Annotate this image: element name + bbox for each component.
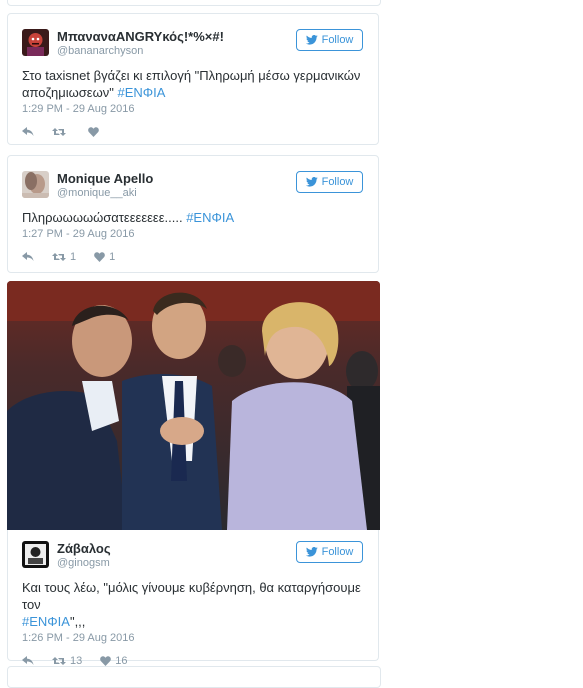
follow-button[interactable]: Follow	[296, 171, 363, 193]
tweet-author-handle[interactable]: @bananarchyson	[57, 45, 143, 57]
tweet-text: Πληρωωωωώσατεεεεεεε..... #ΕΝΦΙΑ	[22, 210, 235, 225]
reply-button[interactable]	[22, 127, 34, 137]
like-button[interactable]	[88, 127, 103, 137]
hashtag-link[interactable]: #ΕΝΦΙΑ	[186, 210, 234, 225]
twitter-bird-icon	[305, 177, 318, 187]
tweet-text: Στο taxisnet βγάζει κι επιλογή "Πληρωμή …	[22, 68, 361, 100]
follow-button-label: Follow	[321, 176, 354, 188]
heart-icon	[94, 252, 105, 262]
retweet-icon	[52, 253, 66, 261]
retweet-button[interactable]	[52, 127, 70, 137]
twitter-bird-icon	[305, 35, 318, 45]
portrait-avatar-icon[interactable]	[22, 171, 49, 198]
reply-button[interactable]	[22, 656, 34, 666]
tweet-text: Και τους λέω, "μόλις γίνουμε κυβέρνηση, …	[22, 580, 361, 629]
tweet-timestamp[interactable]: 1:27 PM - 29 Aug 2016	[22, 228, 363, 240]
tweet-author-handle[interactable]: @monique__aki	[57, 187, 137, 199]
heart-icon	[100, 656, 112, 666]
angry-avatar-icon[interactable]	[22, 29, 49, 56]
previous-tweet-card	[7, 0, 381, 6]
hashtag-link[interactable]: #ΕΝΦΙΑ	[22, 614, 70, 629]
tweet-timestamp[interactable]: 1:29 PM - 29 Aug 2016	[22, 103, 363, 115]
tweet-author-handle[interactable]: @ginogsm	[57, 557, 110, 569]
twitter-bird-icon	[305, 547, 318, 557]
tweet-card: Ζάβαλος @ginogsm Follow Και τους λέω, "μ…	[7, 530, 379, 667]
tweet-photo[interactable]	[7, 281, 380, 530]
retweet-icon	[52, 657, 66, 665]
retweet-count: 1	[70, 251, 77, 263]
comic-avatar-icon[interactable]	[22, 541, 49, 568]
retweet-icon	[52, 128, 66, 136]
tweet-timestamp[interactable]: 1:26 PM - 29 Aug 2016	[22, 632, 363, 644]
follow-button-label: Follow	[321, 546, 354, 558]
like-count: 1	[109, 251, 116, 263]
follow-button[interactable]: Follow	[296, 29, 363, 51]
tweet-author-name[interactable]: Monique Apello	[57, 171, 153, 186]
reply-icon	[22, 252, 34, 261]
tweet-card: ΜπαναναANGRYκός!*%×#! @bananarchyson Fol…	[7, 13, 379, 145]
reply-icon	[22, 656, 34, 665]
tweet-actions	[22, 119, 363, 145]
heart-icon	[88, 127, 99, 137]
like-button[interactable]: 1	[94, 251, 115, 263]
hashtag-link[interactable]: #ΕΝΦΙΑ	[118, 85, 166, 100]
reply-button[interactable]	[22, 252, 34, 262]
tweet-author-name[interactable]: Ζάβαλος	[57, 541, 111, 556]
follow-button[interactable]: Follow	[296, 541, 363, 563]
tweet-actions: 1 1	[22, 244, 363, 270]
follow-button-label: Follow	[321, 34, 354, 46]
tweet-author-name[interactable]: ΜπαναναANGRYκός!*%×#!	[57, 29, 224, 44]
next-tweet-card	[7, 666, 381, 688]
tweet-card: Monique Apello @monique__aki Follow Πληρ…	[7, 155, 379, 273]
reply-icon	[22, 127, 34, 136]
retweet-button[interactable]: 1	[52, 251, 76, 263]
